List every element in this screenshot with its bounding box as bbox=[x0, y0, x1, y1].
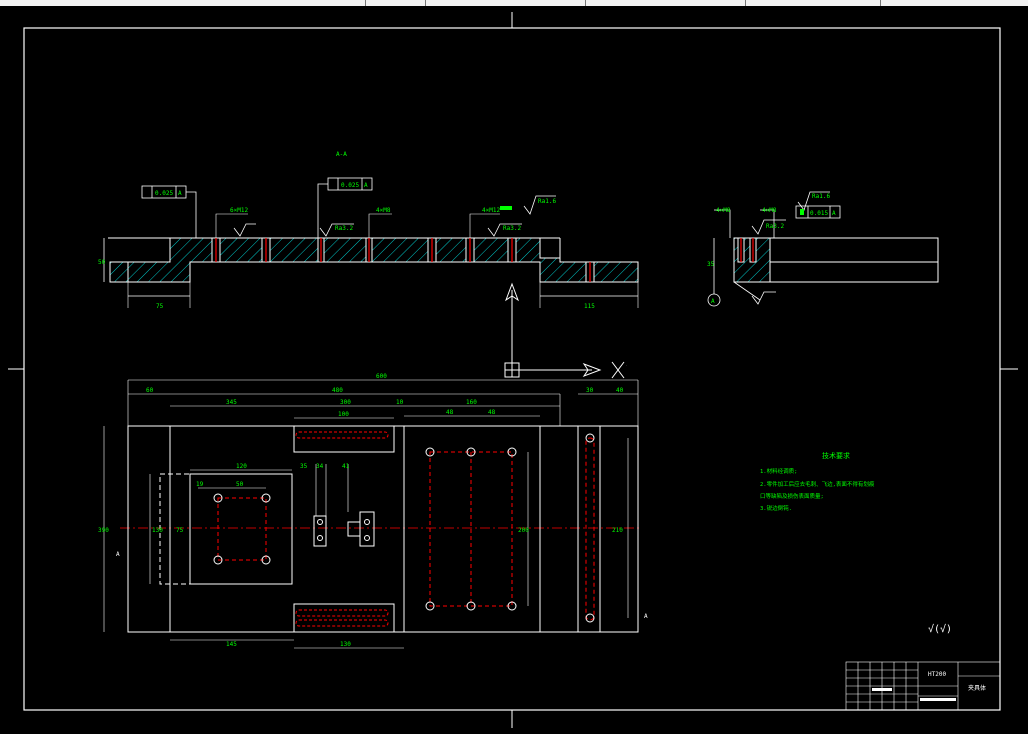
ucs-x-label: X bbox=[626, 365, 627, 367]
cad-drawing-canvas[interactable]: A-A 50 75 115 0.025 A 0.025 A 6×M12 4×M8… bbox=[0, 0, 1028, 734]
title-block-fills bbox=[872, 688, 956, 701]
hole-note-1: 6×M12 bbox=[230, 207, 248, 214]
tolerance-datum-1: A bbox=[178, 190, 182, 197]
tolerance-datum-2: A bbox=[364, 182, 368, 189]
dim-34: 34 bbox=[316, 463, 324, 470]
dim-75: 75 bbox=[176, 527, 184, 534]
tech-req-line: 3.锐边倒钝. bbox=[760, 504, 792, 512]
hole-note-3: 4×M12 bbox=[482, 207, 500, 214]
roughness-r1: Ra1.6 bbox=[538, 198, 556, 205]
view-label-left: A bbox=[116, 551, 120, 558]
dim-100: 100 bbox=[338, 411, 349, 418]
section-label: A-A bbox=[336, 151, 347, 158]
tolerance-parallel-1: 0.025 bbox=[155, 190, 173, 197]
dim-390: 390 bbox=[98, 527, 109, 534]
dim-200: 200 bbox=[518, 527, 529, 534]
dim-right-top: 115 bbox=[584, 303, 595, 310]
plan-view: 600 60 480 345 300 100 10 160 48 48 30 4… bbox=[98, 373, 648, 649]
datum-label: A bbox=[711, 298, 715, 305]
dim-210: 210 bbox=[612, 527, 623, 534]
dim-130b: 130 bbox=[340, 641, 351, 648]
roughness-rest: √(√) bbox=[928, 623, 952, 635]
dim-19: 19 bbox=[196, 481, 204, 488]
dim-300: 300 bbox=[340, 399, 351, 406]
dim-30: 30 bbox=[586, 387, 594, 394]
dim-10: 10 bbox=[396, 399, 404, 406]
tech-req-line: 1.材料经调质; bbox=[760, 467, 797, 475]
title-block-code: HT200 bbox=[928, 671, 946, 678]
dim-40: 40 bbox=[616, 387, 624, 394]
dim-height-top: 50 bbox=[98, 259, 106, 266]
section-view: 50 75 115 0.025 A 0.025 A 6×M12 4×M8 4×M… bbox=[98, 177, 639, 310]
dim-145: 145 bbox=[226, 641, 237, 648]
ucs-icon bbox=[504, 282, 625, 379]
dim-48a: 48 bbox=[446, 409, 454, 416]
dim-41: 41 bbox=[342, 463, 350, 470]
roughness-r2: Ra3.2 bbox=[335, 225, 353, 232]
dim-overall: 600 bbox=[376, 373, 387, 380]
dim-50: 50 bbox=[236, 481, 244, 488]
side-hole-note-1: 4×M8 bbox=[716, 207, 731, 214]
tolerance-parallel-2: 0.025 bbox=[341, 182, 359, 189]
view-label-right: A bbox=[644, 613, 648, 620]
dim-120: 120 bbox=[236, 463, 247, 470]
tech-req-title: 技术要求 bbox=[822, 451, 850, 460]
title-block-name: 夹具体 bbox=[968, 684, 986, 692]
dim-35: 35 bbox=[300, 463, 308, 470]
dim-345: 345 bbox=[226, 399, 237, 406]
dim-160: 160 bbox=[466, 399, 477, 406]
roughness-r5: Ra3.2 bbox=[766, 223, 784, 230]
dim-60: 60 bbox=[146, 387, 154, 394]
hole-note-2: 4×M8 bbox=[376, 207, 391, 214]
dim-480: 480 bbox=[332, 387, 343, 394]
dim-130: 130 bbox=[152, 527, 163, 534]
dim-48b: 48 bbox=[488, 409, 496, 416]
side-view: 35 4×M8 4×M8 0.015 A Ra3.2 Ra1.6 A bbox=[707, 191, 939, 307]
tech-req-line: 口等缺陷及损伤表面质量; bbox=[760, 492, 824, 500]
roughness-r3: Ra3.2 bbox=[503, 225, 521, 232]
dim-left-top: 75 bbox=[156, 303, 164, 310]
tech-requirements: 技术要求 1.材料经调质; 2.零件加工后应去毛刺、飞边,表面不得有划痕 口等缺… bbox=[760, 451, 875, 512]
tech-req-line: 2.零件加工后应去毛刺、飞边,表面不得有划痕 bbox=[760, 480, 875, 488]
roughness-r4: Ra1.6 bbox=[812, 193, 830, 200]
tolerance-datum-3: A bbox=[832, 210, 836, 217]
dim-side-height: 35 bbox=[707, 261, 715, 268]
side-hole-note-2: 4×M8 bbox=[762, 207, 777, 214]
tolerance-flat: 0.015 bbox=[810, 210, 828, 217]
